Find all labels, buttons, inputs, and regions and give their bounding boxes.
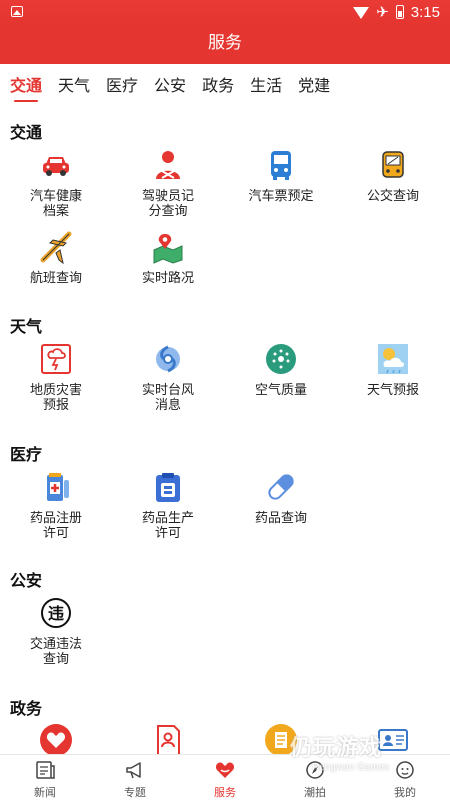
status-icons: ✈ 3:15 (353, 3, 440, 21)
nav-snap[interactable]: 潮拍 (270, 755, 360, 801)
weather-forecast-item[interactable]: 天气预报 (337, 342, 449, 397)
typhoon-icon (156, 345, 180, 373)
certificate-icon (265, 724, 297, 754)
violation-icon: 违 (41, 598, 71, 628)
tab-police[interactable]: 公安 (154, 66, 186, 102)
item-label: 实时台风 消息 (141, 382, 194, 412)
government-item-id-card[interactable] (337, 723, 449, 754)
compass-icon (306, 761, 324, 779)
government-item-heart[interactable] (0, 723, 112, 754)
section-title-weather: 天气 (10, 319, 43, 336)
item-label: 航班查询 (29, 270, 82, 285)
id-card-icon (378, 729, 408, 751)
item-label: 天气预报 (366, 382, 419, 397)
driver-icon (156, 151, 180, 179)
svg-text:违: 违 (48, 604, 64, 623)
nav-topics[interactable]: 专题 (90, 755, 180, 801)
live-traffic-item[interactable]: 实时路况 (112, 230, 224, 285)
megaphone-icon (126, 762, 141, 779)
status-time: 3:15 (410, 3, 440, 21)
medicine-inquiry-item[interactable]: 药品查询 (225, 470, 337, 525)
item-label: 药品查询 (254, 510, 307, 525)
heart-icon (40, 724, 72, 754)
government-item-document[interactable] (112, 723, 224, 754)
bus-card-icon (382, 151, 404, 178)
car-icon (43, 157, 69, 176)
map-pin-icon (153, 234, 183, 264)
battery-icon (395, 5, 404, 19)
bus-icon (271, 151, 291, 180)
item-label: 汽车健康 档案 (29, 188, 82, 218)
nav-label: 服务 (214, 787, 236, 799)
item-label: 地质灾害 预报 (29, 382, 82, 412)
airplane-mode-icon: ✈ (376, 4, 389, 21)
tab-party[interactable]: 党建 (298, 66, 330, 102)
nav-news[interactable]: 新闻 (0, 755, 90, 801)
tab-medical[interactable]: 医疗 (106, 66, 138, 102)
geological-disaster-item[interactable]: 地质灾害 预报 (0, 342, 112, 412)
medicine-production-icon (156, 473, 180, 502)
section-title-medical: 医疗 (10, 447, 43, 464)
tab-weather[interactable]: 天气 (58, 66, 90, 102)
profile-icon (396, 761, 414, 779)
car-health-record-item[interactable]: 汽车健康 档案 (0, 148, 112, 218)
nav-label: 专题 (124, 787, 146, 799)
item-label: 药品生产 许可 (141, 510, 194, 540)
pill-icon (268, 474, 294, 500)
weather-icon (378, 344, 408, 374)
tab-government[interactable]: 政务 (202, 66, 234, 102)
medicine-registration-item[interactable]: 药品注册 许可 (0, 470, 112, 540)
item-label: 空气质量 (254, 382, 307, 397)
medicine-register-icon (47, 473, 69, 501)
item-label: 实时路况 (141, 270, 194, 285)
item-label: 汽车票预定 (248, 188, 314, 203)
tab-traffic[interactable]: 交通 (10, 66, 42, 102)
air-quality-item[interactable]: 空气质量 (225, 342, 337, 397)
document-person-icon (157, 725, 180, 754)
section-title-traffic: 交通 (10, 125, 43, 142)
traffic-violation-item[interactable]: 违 交通违法 查询 (0, 596, 112, 666)
flight-inquiry-item[interactable]: 航班查询 (0, 230, 112, 285)
bus-ticket-item[interactable]: 汽车票预定 (225, 148, 337, 203)
nav-label: 我的 (394, 787, 416, 799)
nav-label: 新闻 (34, 787, 56, 799)
air-quality-icon (266, 344, 296, 374)
section-title-government: 政务 (10, 701, 43, 718)
item-label: 驾驶员记 分查询 (141, 188, 194, 218)
typhoon-item[interactable]: 实时台风 消息 (112, 342, 224, 412)
nav-label: 潮拍 (304, 787, 326, 799)
nav-service[interactable]: 服务 (180, 755, 270, 801)
tab-life[interactable]: 生活 (250, 66, 282, 102)
airplane-icon (40, 231, 72, 264)
medicine-production-item[interactable]: 药品生产 许可 (112, 470, 224, 540)
service-heart-icon (215, 762, 235, 778)
disaster-icon (41, 344, 71, 374)
section-title-police: 公安 (10, 573, 43, 590)
item-label: 药品注册 许可 (29, 510, 82, 540)
government-item-certificate[interactable] (225, 723, 337, 754)
gallery-notification-icon (11, 6, 23, 17)
nav-mine[interactable]: 我的 (360, 755, 450, 801)
wifi-icon (353, 7, 370, 19)
news-icon (36, 761, 55, 779)
item-label: 公交查询 (366, 188, 419, 203)
status-bar: ✈ 3:15 (0, 0, 450, 24)
page-title: 服务 (0, 24, 450, 64)
driver-points-item[interactable]: 驾驶员记 分查询 (112, 148, 224, 218)
bottom-navigation: 新闻 专题 服务 潮拍 我的 (0, 754, 450, 801)
category-tabs: 交通 天气 医疗 公安 政务 生活 党建 (0, 64, 450, 104)
bus-inquiry-item[interactable]: 公交查询 (337, 148, 449, 203)
item-label: 交通违法 查询 (29, 636, 82, 666)
service-list[interactable]: 交通 汽车健康 档案 驾驶员记 分查询 汽车票预定 公交查询 航班查询 实时路况… (0, 104, 450, 754)
